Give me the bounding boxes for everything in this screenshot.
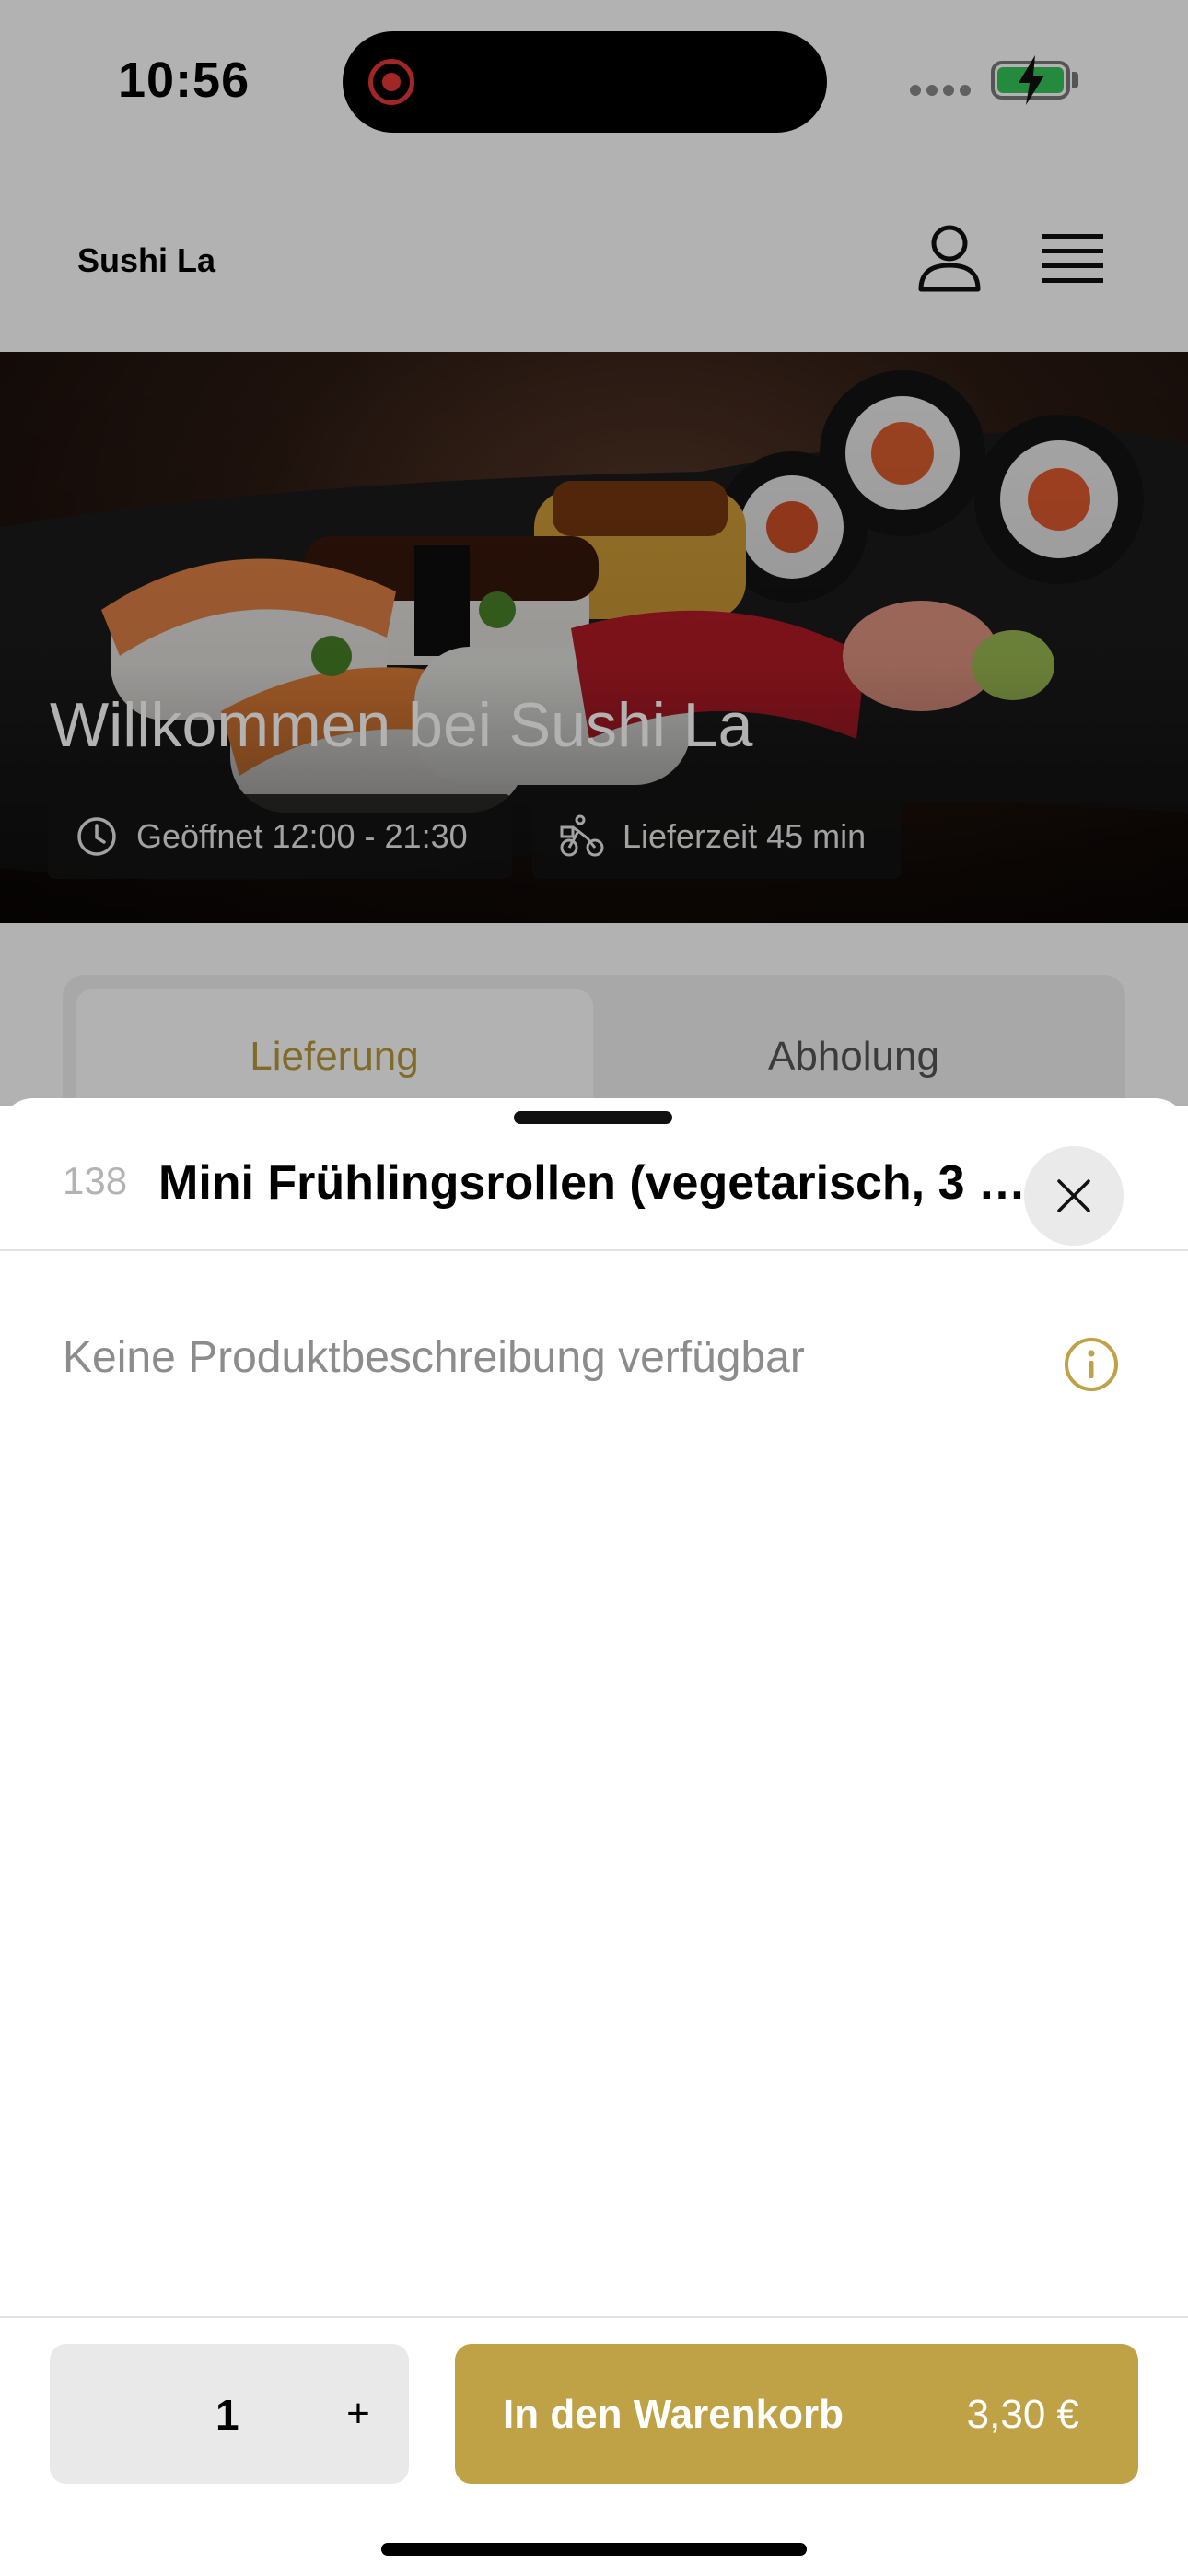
quantity-stepper: 1 + — [50, 2344, 409, 2484]
product-detail-sheet: 138 Mini Frühlingsrollen (vegetarisch, 3… — [0, 1098, 1188, 2576]
close-button[interactable] — [1024, 1146, 1124, 1246]
modal-backdrop[interactable] — [0, 0, 1188, 1106]
quantity-plus-button[interactable]: + — [326, 2377, 390, 2451]
add-to-cart-button[interactable]: In den Warenkorb 3,30 € — [455, 2344, 1138, 2484]
home-indicator — [381, 2543, 807, 2556]
product-description: Keine Produktbeschreibung verfügbar — [63, 1333, 805, 1382]
sheet-header: 138 Mini Frühlingsrollen (vegetarisch, 3… — [0, 1126, 1188, 1246]
product-title: Mini Frühlingsrollen (vegetarisch, 3 Stü… — [158, 1156, 1044, 1210]
quantity-value: 1 — [215, 2391, 239, 2439]
info-icon[interactable] — [1063, 1336, 1120, 1393]
close-icon — [1057, 1179, 1090, 1212]
sheet-divider — [0, 1249, 1188, 1251]
sheet-grabber[interactable] — [514, 1111, 672, 1124]
add-to-cart-label: In den Warenkorb — [503, 2392, 844, 2437]
product-number: 138 — [63, 1159, 128, 1202]
product-price: 3,30 € — [966, 2392, 1079, 2437]
footer-divider — [0, 2316, 1188, 2318]
